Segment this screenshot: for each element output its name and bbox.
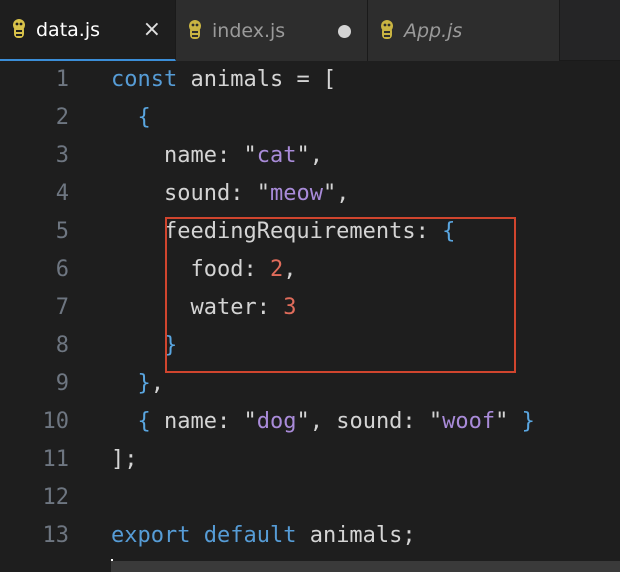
- code-token-string: cat: [256, 143, 297, 168]
- code-text[interactable]: feedingRequirements: {: [111, 213, 455, 251]
- horizontal-scrollbar[interactable]: [111, 561, 620, 572]
- code-token-number: 3: [283, 295, 297, 320]
- code-token-ident: ];: [111, 447, 138, 472]
- code-token-keyword: const: [111, 67, 178, 92]
- code-editor: data.js × index.js App.js 13 export defa…: [0, 0, 620, 572]
- code-token-brace: {: [442, 219, 456, 244]
- code-token-brace: {: [137, 105, 151, 130]
- tab-index-js[interactable]: index.js: [176, 0, 368, 61]
- tab-label: App.js: [404, 19, 463, 42]
- code-text[interactable]: sound: "meow",: [111, 175, 349, 213]
- js-file-icon: [378, 19, 396, 43]
- tab-app-js[interactable]: App.js: [368, 0, 560, 61]
- code-token-string: woof: [442, 409, 496, 434]
- code-token-quote: ": [428, 409, 443, 434]
- code-text[interactable]: water: 3: [111, 289, 296, 327]
- code-line[interactable]: 13 export default animals;: [0, 517, 620, 555]
- line-number: 4: [55, 181, 69, 206]
- tab-data-js[interactable]: data.js ×: [0, 0, 176, 61]
- code-line[interactable]: 4 sound: "meow",: [0, 175, 620, 213]
- js-file-icon: [186, 19, 204, 43]
- code-token-quote: ": [495, 409, 522, 434]
- code-text[interactable]: },: [111, 365, 165, 403]
- code-token-keyword: default: [203, 523, 297, 548]
- code-line[interactable]: 3 name: "cat",: [0, 137, 620, 175]
- code-line[interactable]: 1 const animals = [: [0, 61, 620, 99]
- code-text[interactable]: export default animals;: [111, 517, 416, 555]
- code-line[interactable]: 10 { name: "dog", sound: "woof" }: [0, 403, 620, 441]
- unsaved-changes-dot-icon[interactable]: [338, 24, 351, 38]
- code-line[interactable]: 9 },: [0, 365, 620, 403]
- line-number: 6: [55, 257, 69, 282]
- code-token-quote: ", sound:: [296, 409, 429, 434]
- code-text[interactable]: { name: "dog", sound: "woof" }: [111, 403, 535, 441]
- code-token-ident: animals = [: [177, 67, 337, 92]
- line-number: 7: [55, 295, 69, 320]
- code-text[interactable]: ];: [111, 441, 138, 479]
- code-token-prop: sound:: [111, 181, 257, 206]
- close-icon[interactable]: ×: [143, 18, 161, 41]
- code-line[interactable]: 7 water: 3: [0, 289, 620, 327]
- code-line[interactable]: 12: [0, 479, 620, 517]
- code-token-punct: ,: [150, 371, 164, 396]
- code-token-ident: [111, 105, 138, 130]
- line-number: 10: [42, 409, 70, 434]
- tab-label: data.js: [36, 18, 101, 41]
- code-text[interactable]: const animals = [: [111, 61, 336, 99]
- code-token-brace: }: [163, 333, 178, 358]
- code-token-prop: feedingRequirements:: [111, 219, 443, 244]
- code-token-prop: name:: [150, 409, 244, 434]
- code-line[interactable]: 8 }: [0, 327, 620, 365]
- line-number: 13: [42, 523, 70, 548]
- code-token-prop: water:: [111, 295, 284, 320]
- line-number: 12: [42, 485, 70, 510]
- code-area[interactable]: 13 export default animals; 12 11]; 10 { name…: [0, 61, 620, 572]
- code-token-string: meow: [269, 181, 323, 206]
- code-token-quote: ",: [296, 143, 323, 168]
- code-line[interactable]: 6 food: 2,: [0, 251, 620, 289]
- tab-label: index.js: [212, 19, 286, 42]
- code-token-ident: [111, 371, 138, 396]
- line-number: 3: [55, 143, 69, 168]
- code-token-prop: name:: [111, 143, 244, 168]
- code-text[interactable]: name: "cat",: [111, 137, 323, 175]
- code-token-brace: }: [521, 409, 535, 434]
- editor-tab-bar: data.js × index.js App.js: [0, 0, 620, 61]
- code-token-prop: food:: [111, 257, 270, 282]
- code-text[interactable]: food: 2,: [111, 251, 296, 289]
- code-token-quote: ": [243, 409, 257, 434]
- code-token-ident: [111, 409, 138, 434]
- code-token-ident: [111, 333, 164, 358]
- line-number: 1: [55, 67, 69, 92]
- code-token-quote: ",: [322, 181, 350, 206]
- code-token-quote: ": [243, 143, 257, 168]
- code-text[interactable]: }: [111, 327, 177, 365]
- line-number: 5: [55, 219, 69, 244]
- js-file-icon: [10, 18, 28, 42]
- line-number: 8: [55, 333, 69, 358]
- tab-bar-empty-space[interactable]: [560, 0, 620, 60]
- code-token-ident: [190, 523, 203, 548]
- code-token-quote: ": [256, 181, 270, 206]
- code-token-brace: {: [137, 409, 151, 434]
- code-token-number: 2: [269, 257, 284, 282]
- code-line[interactable]: 2 {: [0, 99, 620, 137]
- code-token-punct: ,: [283, 257, 297, 282]
- line-number: 9: [55, 371, 69, 396]
- line-number: 2: [55, 105, 69, 130]
- line-number: 11: [42, 447, 70, 472]
- code-token-keyword: export: [111, 523, 191, 548]
- code-token-brace: }: [137, 371, 151, 396]
- code-line[interactable]: 5 feedingRequirements: {: [0, 213, 620, 251]
- code-token-string: dog: [256, 409, 297, 434]
- code-token-ident: animals;: [296, 523, 416, 548]
- code-line[interactable]: 11];: [0, 441, 620, 479]
- code-text[interactable]: {: [111, 99, 151, 137]
